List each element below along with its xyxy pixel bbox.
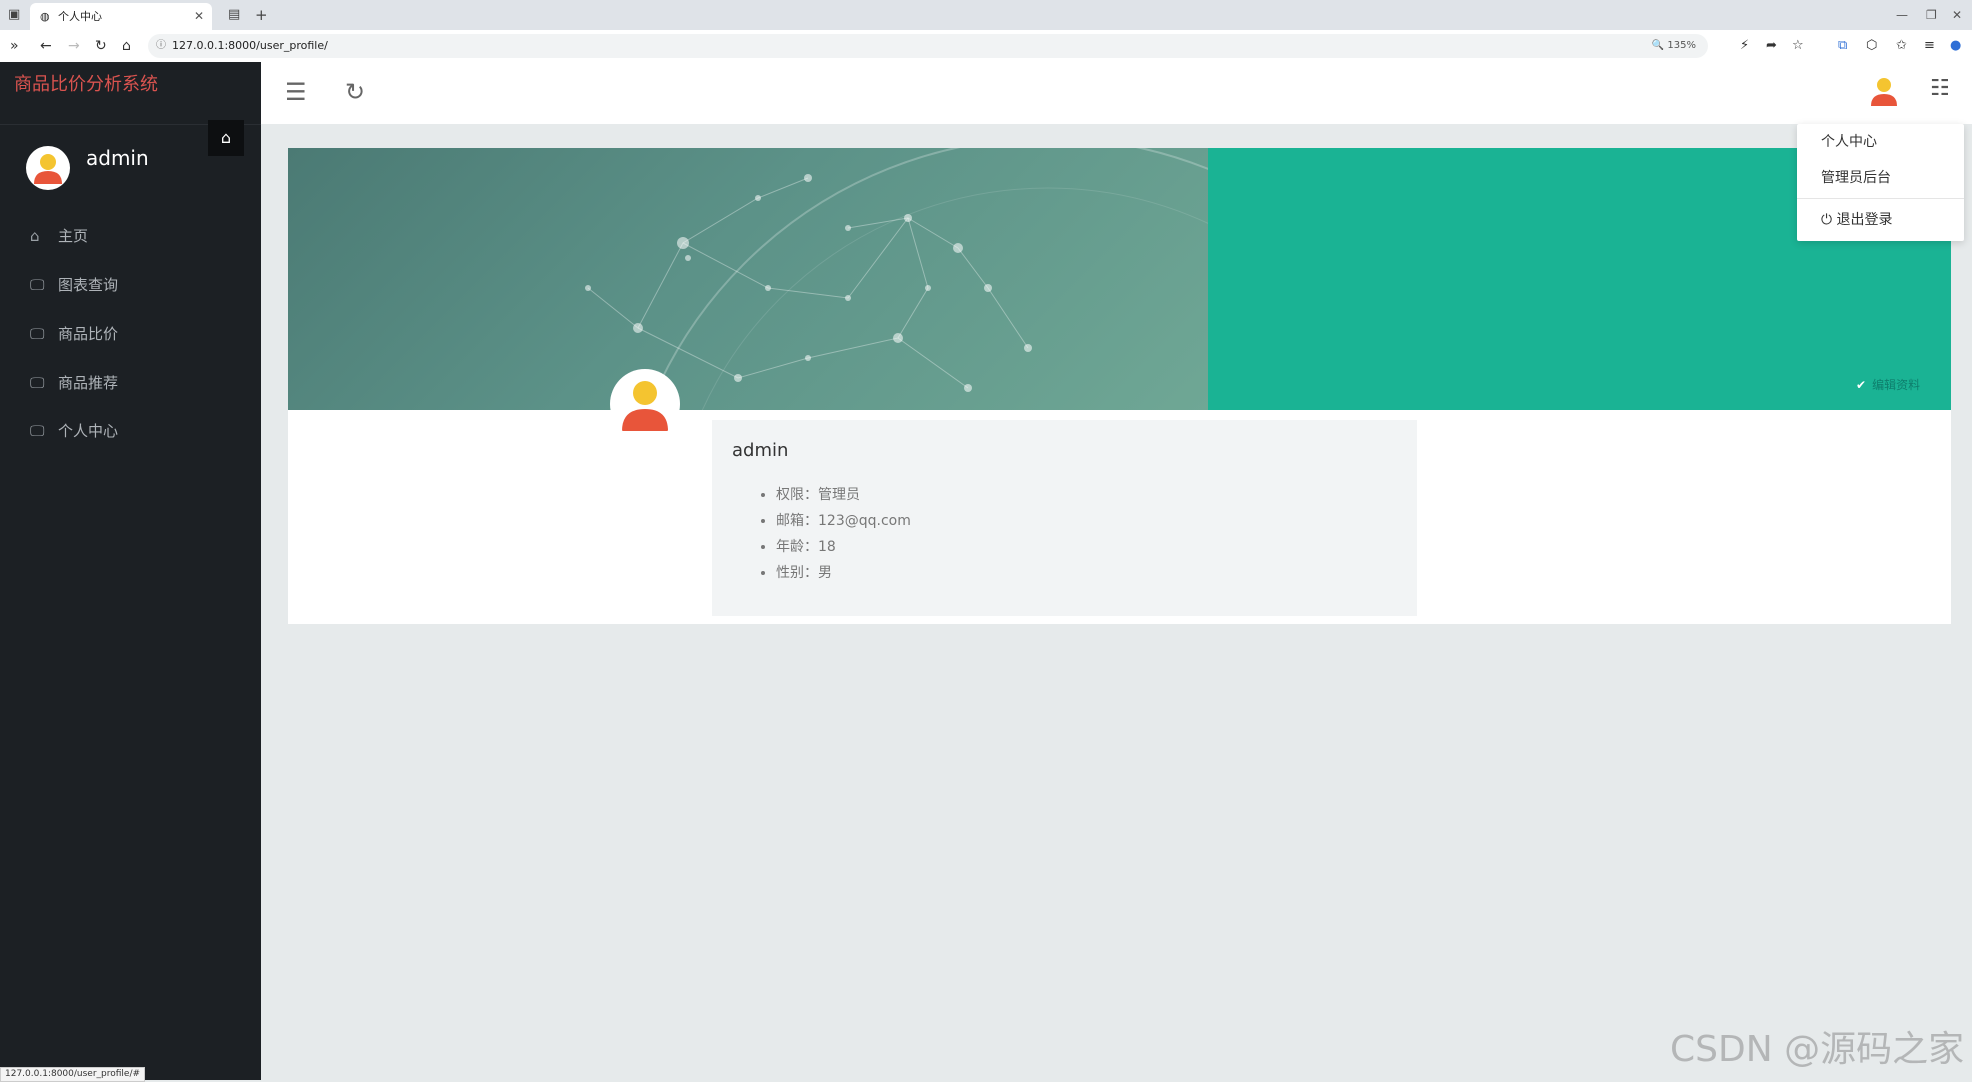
edit-profile-link[interactable]: ✔ 编辑资料 [1856,376,1920,393]
sidebar-item-profile[interactable]: 🖵 个人中心 [0,411,261,451]
zoom-value: 135% [1667,40,1696,51]
dropdown-divider [1797,198,1964,199]
forward-icon[interactable]: → [68,30,80,62]
field-gender: 性别：男 [776,560,911,586]
sidebar-item-chart-query[interactable]: 🖵 图表查询 [0,265,261,305]
close-window-icon[interactable]: ✕ [1952,0,1962,30]
share-icon[interactable]: ➦ [1766,30,1777,62]
brand-title[interactable]: 商品比价分析系统 [14,70,158,96]
sidebar-item-label: 主页 [58,227,89,245]
monitor-icon: 🖵 [30,325,45,343]
home-icon: ⌂ [220,128,232,147]
logout-label: 退出登录 [1836,212,1893,228]
sidebar-item-label: 图表查询 [58,276,119,294]
home-button[interactable]: ⌂ [208,120,244,156]
hamburger-icon[interactable]: ☰ [285,76,307,108]
tab-grid-icon[interactable]: ▤ [228,0,240,30]
refresh-icon[interactable]: ↻ [345,76,365,108]
profile-name: admin [732,440,789,461]
profile-fields: 权限：管理员 邮箱：123@qq.com 年龄：18 性别：男 [756,482,911,586]
favorites-icon[interactable]: ✩ [1896,30,1907,62]
url-text: 127.0.0.1:8000/user_profile/ [172,39,328,52]
monitor-icon: 🖵 [30,422,45,440]
lightning-icon[interactable]: ⚡ [1740,30,1749,62]
translate-icon[interactable]: ⧉ [1838,30,1847,62]
extension-icon[interactable]: ⬡ [1866,30,1877,62]
address-bar: » ← → ↻ ⌂ ⓘ 127.0.0.1:8000/user_profile/… [0,30,1972,63]
profile-icon[interactable]: ● [1950,30,1961,62]
user-avatar-icon [622,381,668,431]
edit-profile-label: 编辑资料 [1872,378,1921,392]
field-email: 邮箱：123@qq.com [776,508,911,534]
sidebar-item-label: 商品推荐 [58,374,119,392]
user-dropdown-menu: 个人中心 管理员后台 ⏻ 退出登录 [1797,124,1964,241]
url-field[interactable]: ⓘ 127.0.0.1:8000/user_profile/ 🔍 135% [148,34,1708,58]
info-icon: ⓘ [156,40,166,51]
globe-icon: ◍ [40,10,50,23]
home-icon: ⌂ [30,227,40,245]
back-icon[interactable]: ← [40,30,52,62]
sidebar-username: admin [86,146,149,170]
close-tab-icon[interactable]: ✕ [194,3,204,30]
monitor-icon: 🖵 [30,276,45,294]
profile-info-box: admin 权限：管理员 邮箱：123@qq.com 年龄：18 性别：男 [712,420,1417,616]
watermark: CSDN @源码之家 [1670,1029,1965,1070]
dropdown-item-admin[interactable]: 管理员后台 [1821,168,1891,188]
check-icon: ✔ [1856,378,1867,392]
banner-image [288,148,1208,410]
browser-tab-active[interactable]: ◍ 个人中心 ✕ [30,3,212,30]
field-age: 年龄：18 [776,534,911,560]
sidebar-item-label: 个人中心 [58,422,119,440]
field-role: 权限：管理员 [776,482,911,508]
dropdown-item-profile[interactable]: 个人中心 [1821,132,1877,152]
sidebar-toggle-icon[interactable]: ▣ [8,0,20,30]
profile-avatar [610,369,680,439]
zoom-level[interactable]: 🔍 135% [1652,34,1696,58]
monitor-icon: 🖵 [30,374,45,392]
sidebar-item-home[interactable]: ⌂ 主页 [0,216,261,256]
power-icon: ⏻ [1821,212,1833,228]
avatar [26,146,70,190]
sidebar-item-recommend[interactable]: 🖵 商品推荐 [0,363,261,403]
globe-network-image [585,148,1208,410]
brand-bar: 商品比价分析系统 [0,62,261,125]
menu-icon[interactable]: ≡ [1924,30,1935,62]
user-avatar-icon [1871,78,1897,106]
sidebar-item-label: 商品比价 [58,325,119,343]
double-chevron-icon[interactable]: » [10,30,19,62]
user-avatar-icon [34,154,62,184]
header-avatar[interactable] [1867,74,1901,108]
minimize-icon[interactable]: — [1896,0,1908,30]
reload-icon[interactable]: ↻ [95,30,107,62]
top-header: ☰ ↻ [261,62,1972,124]
sidebar-item-price-compare[interactable]: 🖵 商品比价 [0,314,261,354]
sidebar: 商品比价分析系统 ⌂ admin ⌂ 主页 🖵 图表查询 🖵 商品比价 🖵 商品… [0,62,261,1080]
dropdown-item-logout[interactable]: ⏻ 退出登录 [1821,210,1893,230]
tab-title: 个人中心 [58,10,102,23]
home-nav-icon[interactable]: ⌂ [122,30,131,62]
restore-icon[interactable]: ❐ [1926,0,1937,30]
star-icon[interactable]: ☆ [1792,30,1804,62]
new-tab-icon[interactable]: + [255,0,268,30]
browser-tabbar: ▣ ◍ 个人中心 ✕ ▤ + — ❐ ✕ [0,0,1972,30]
settings-menu-icon[interactable]: ☷ [1930,76,1950,101]
